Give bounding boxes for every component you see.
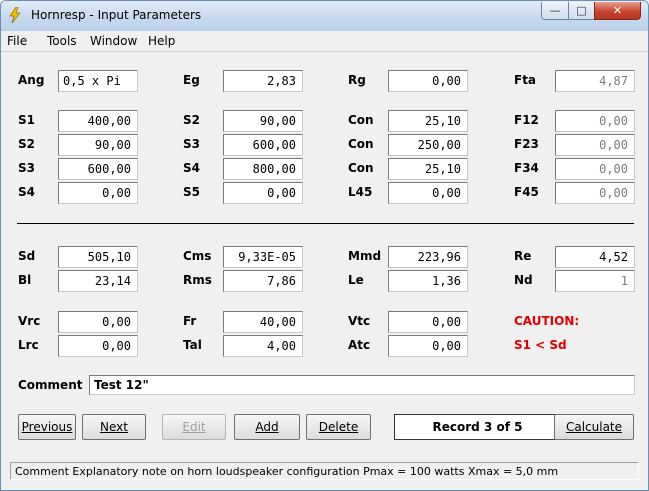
menu-bar: File Tools Window Help (1, 31, 648, 52)
minimize-icon: — (549, 4, 561, 17)
s2-label: S2 (183, 113, 200, 127)
lrc-field[interactable]: 0,00 (58, 335, 138, 357)
f34-field[interactable]: 0,00 (555, 158, 635, 180)
edit-button[interactable]: Edit (162, 414, 226, 440)
atc-label: Atc (348, 338, 371, 352)
ang-field[interactable]: 0,5 x Pi (58, 70, 138, 92)
vrc-label: Vrc (18, 314, 41, 328)
s2-field[interactable]: 90,00 (223, 110, 303, 132)
previous-button[interactable]: Previous (18, 414, 76, 440)
l45-field[interactable]: 0,00 (388, 182, 468, 204)
cms-label: Cms (183, 249, 212, 263)
re-field[interactable]: 4,52 (555, 246, 635, 268)
vtc-label: Vtc (348, 314, 371, 328)
next-button[interactable]: Next (82, 414, 146, 440)
tal-field[interactable]: 4,00 (223, 335, 303, 357)
f23-field[interactable]: 0,00 (555, 134, 635, 156)
s5-label: S5 (183, 185, 200, 199)
nd-label: Nd (514, 273, 533, 287)
cms-field[interactable]: 9,33E-05 (223, 246, 303, 268)
menu-tools[interactable]: Tools (47, 34, 77, 48)
close-icon: ✕ (612, 4, 623, 17)
f12-field[interactable]: 0,00 (555, 110, 635, 132)
menu-help[interactable]: Help (148, 34, 175, 48)
f45-label: F45 (514, 185, 539, 199)
f34-label: F34 (514, 161, 539, 175)
nd-field[interactable]: 1 (555, 270, 635, 292)
delete-button[interactable]: Delete (306, 414, 371, 440)
eg-field[interactable]: 2,83 (223, 70, 303, 92)
s2-label: S2 (18, 137, 35, 151)
add-button[interactable]: Add (234, 414, 300, 440)
eg-label: Eg (183, 73, 200, 87)
app-window: Hornresp - Input Parameters — □ ✕ File T… (0, 0, 649, 491)
re-label: Re (514, 249, 532, 263)
lrc-label: Lrc (18, 338, 39, 352)
bl-field[interactable]: 23,14 (58, 270, 138, 292)
title-bar: Hornresp - Input Parameters — □ ✕ (1, 1, 648, 31)
caution-title: CAUTION: (514, 314, 580, 328)
fr-field[interactable]: 40,00 (223, 311, 303, 333)
s1-field[interactable]: 400,00 (58, 110, 138, 132)
menu-file[interactable]: File (7, 34, 27, 48)
atc-field[interactable]: 0,00 (388, 335, 468, 357)
f23-label: F23 (514, 137, 539, 151)
fr-label: Fr (183, 314, 197, 328)
rg-label: Rg (348, 73, 366, 87)
calculate-button[interactable]: Calculate (554, 414, 634, 440)
comment-label: Comment (18, 378, 83, 392)
menu-window[interactable]: Window (90, 34, 137, 48)
s3-field[interactable]: 600,00 (58, 158, 138, 180)
con-label: Con (348, 113, 374, 127)
l45-label: L45 (348, 185, 373, 199)
con3-field[interactable]: 25,10 (388, 158, 468, 180)
record-indicator: Record 3 of 5 (394, 414, 561, 440)
vrc-field[interactable]: 0,00 (58, 311, 138, 333)
con1-field[interactable]: 25,10 (388, 110, 468, 132)
fta-label: Fta (514, 73, 537, 87)
s5-field[interactable]: 0,00 (223, 182, 303, 204)
bl-label: Bl (18, 273, 32, 287)
s1-label: S1 (18, 113, 35, 127)
f45-field[interactable]: 0,00 (555, 182, 635, 204)
sd-field[interactable]: 505,10 (58, 246, 138, 268)
f12-label: F12 (514, 113, 539, 127)
con-label: Con (348, 161, 374, 175)
window-title: Hornresp - Input Parameters (31, 8, 202, 22)
s4-field[interactable]: 800,00 (223, 158, 303, 180)
vtc-field[interactable]: 0,00 (388, 311, 468, 333)
rms-field[interactable]: 7,86 (223, 270, 303, 292)
rg-field[interactable]: 0,00 (388, 70, 468, 92)
maximize-button[interactable]: □ (568, 2, 595, 20)
le-field[interactable]: 1,36 (388, 270, 468, 292)
s4-label: S4 (18, 185, 35, 199)
le-label: Le (348, 273, 364, 287)
s3-label: S3 (183, 137, 200, 151)
sd-label: Sd (18, 249, 36, 263)
input-parameters-panel: Ang 0,5 x Pi Eg 2,83 Rg 0,00 Fta 4,87 S1… (9, 53, 642, 458)
section-divider (17, 223, 634, 224)
con2-field[interactable]: 250,00 (388, 134, 468, 156)
tal-label: Tal (183, 338, 202, 352)
caution-message: S1 < Sd (514, 338, 567, 352)
maximize-icon: □ (576, 4, 587, 17)
status-text: Comment Explanatory note on horn loudspe… (10, 462, 639, 480)
s2-field[interactable]: 90,00 (58, 134, 138, 156)
close-button[interactable]: ✕ (594, 2, 641, 20)
s4-field[interactable]: 0,00 (58, 182, 138, 204)
minimize-button[interactable]: — (541, 2, 569, 20)
comment-field[interactable]: Test 12" (89, 375, 635, 395)
fta-field[interactable]: 4,87 (555, 70, 635, 92)
s3-label: S3 (18, 161, 35, 175)
ang-label: Ang (18, 73, 45, 87)
rms-label: Rms (183, 273, 212, 287)
status-bar: Comment Explanatory note on horn loudspe… (1, 461, 648, 490)
mmd-label: Mmd (348, 249, 382, 263)
con-label: Con (348, 137, 374, 151)
s4-label: S4 (183, 161, 200, 175)
s3-field[interactable]: 600,00 (223, 134, 303, 156)
mmd-field[interactable]: 223,96 (388, 246, 468, 268)
lightning-icon (9, 7, 21, 23)
